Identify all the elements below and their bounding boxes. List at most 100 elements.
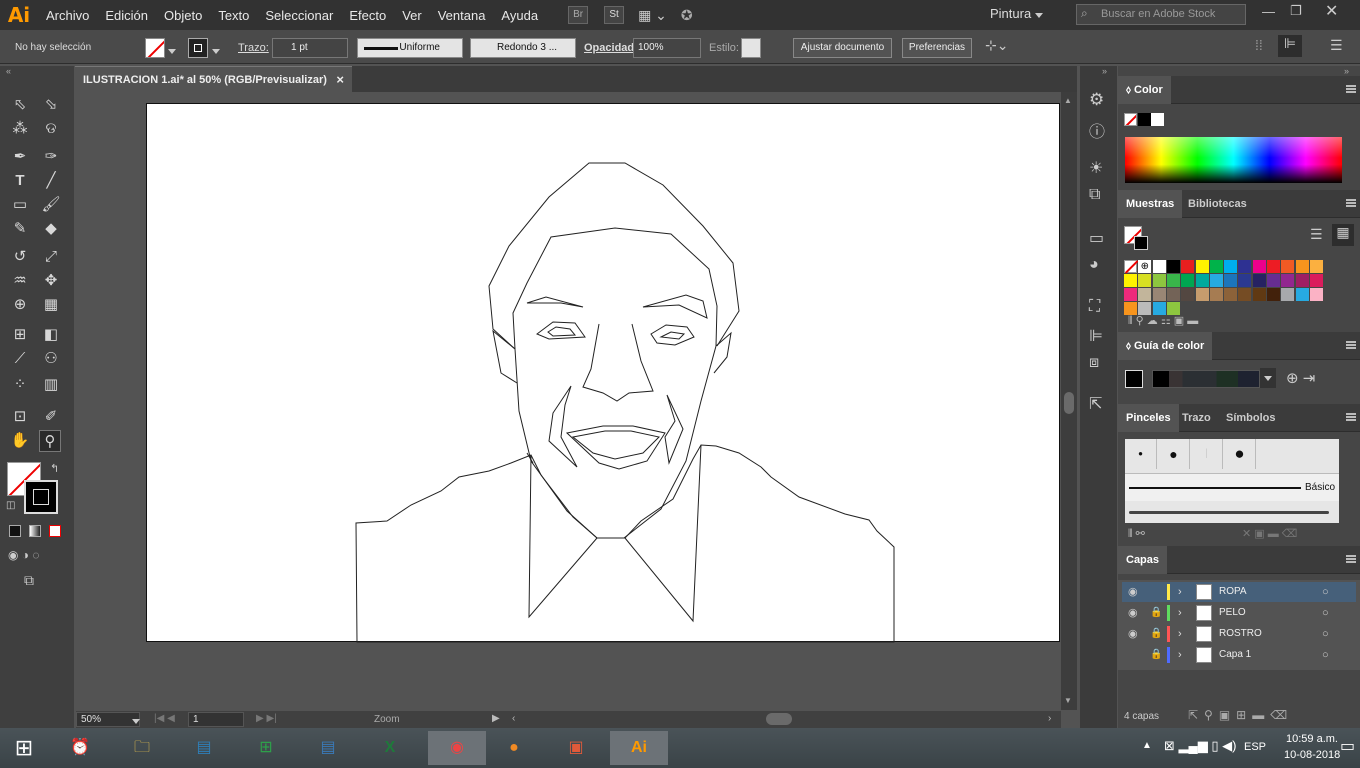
gradient-mode-icon[interactable]	[29, 525, 41, 537]
graphic-style-swatch[interactable]	[741, 38, 761, 58]
color-swatch[interactable]	[1124, 260, 1139, 274]
panel-menu-icon[interactable]	[1346, 341, 1356, 349]
chevron-right-icon[interactable]: ›	[1178, 603, 1182, 623]
layer-name[interactable]: PELO	[1219, 603, 1246, 623]
color-swatch[interactable]	[1195, 288, 1209, 301]
publisher-icon[interactable]: ▤	[184, 731, 224, 765]
lasso-icon[interactable]: ଡ	[40, 118, 62, 140]
arrange-documents-icon[interactable]: ▦ ⌄	[638, 7, 667, 24]
none-mode-icon[interactable]	[49, 525, 61, 537]
properties-panel-icon[interactable]: ⚙	[1089, 90, 1104, 110]
color-white-swatch[interactable]	[1151, 113, 1164, 126]
brush-definition-dropdown[interactable]: Redondo 3 ...	[470, 38, 576, 58]
color-swatch[interactable]	[1209, 274, 1223, 287]
scrollbar-thumb[interactable]	[1064, 392, 1074, 414]
tab-simbolos[interactable]: Símbolos	[1218, 404, 1284, 432]
color-swatch[interactable]	[1267, 288, 1280, 301]
opacity-field[interactable]: 100%	[633, 38, 701, 58]
collapse-panels-icon[interactable]: »	[1344, 66, 1349, 76]
eye-icon[interactable]: ◉	[1128, 582, 1138, 602]
color-swatch[interactable]	[1295, 288, 1309, 301]
scroll-up-icon[interactable]: ▲	[1064, 96, 1072, 105]
menu-ver[interactable]: Ver	[394, 8, 430, 23]
color-swatch[interactable]	[1224, 260, 1238, 273]
color-swatch[interactable]	[1281, 288, 1295, 301]
vertical-scrollbar[interactable]: ▲ ▼	[1061, 92, 1077, 710]
transform-icon[interactable]: ⊹⌄	[985, 37, 1008, 54]
color-swatch[interactable]	[1124, 274, 1137, 287]
opacity-label[interactable]: Opacidad:	[584, 38, 638, 58]
clock-time[interactable]: 10:59 a.m.	[1286, 733, 1338, 745]
notifications-icon[interactable]: ▭	[1340, 736, 1355, 756]
chevron-down-icon[interactable]	[1260, 368, 1276, 388]
menu-objeto[interactable]: Objeto	[156, 8, 210, 23]
draw-normal-icon[interactable]: ◉ ◑ ◌	[8, 548, 40, 562]
tab-bibliotecas[interactable]: Bibliotecas	[1180, 190, 1255, 218]
scale-tool-icon[interactable]: ⤢	[40, 246, 62, 268]
horizontal-scrollbar-thumb[interactable]	[766, 713, 792, 725]
panel-menu-icon[interactable]	[1346, 555, 1356, 563]
brush-dot-3[interactable]: ●	[1158, 439, 1190, 469]
color-black-swatch[interactable]	[1138, 113, 1151, 126]
color-wheel-icon[interactable]: ⊕ ⇥	[1286, 369, 1315, 387]
tab-muestras[interactable]: Muestras	[1118, 190, 1183, 218]
layer-actions-icon[interactable]: ⇱⚲▣⊞▬⌫	[1188, 708, 1293, 722]
color-swatch[interactable]	[1166, 260, 1180, 273]
color-swatch[interactable]: ⊕	[1138, 260, 1152, 273]
color-swatch[interactable]	[1181, 260, 1195, 273]
tab-trazo[interactable]: Trazo	[1174, 404, 1219, 432]
stroke-label[interactable]: Trazo:	[238, 38, 269, 58]
reader-icon[interactable]: ▤	[308, 731, 348, 765]
layer-row[interactable]: ◉ 🔒 › ROSTRO ○	[1122, 624, 1356, 644]
lock-icon[interactable]: 🔒	[1150, 645, 1162, 665]
artboard-tool-icon[interactable]: ⊡	[9, 406, 31, 428]
menu-texto[interactable]: Texto	[210, 8, 257, 23]
eye-icon[interactable]: ◉	[1128, 624, 1138, 644]
color-swatch[interactable]	[1252, 288, 1266, 301]
chevron-down-icon[interactable]	[168, 45, 176, 57]
magic-wand-icon[interactable]: ⁂	[9, 118, 31, 140]
control-menu-icon[interactable]: ☰	[1330, 37, 1343, 54]
clock-date[interactable]: 10-08-2018	[1284, 749, 1340, 761]
layer-row[interactable]: ◉ › ROPA ○	[1122, 582, 1356, 602]
fill-swatch[interactable]	[145, 38, 165, 58]
preferences-button[interactable]: Preferencias	[902, 38, 972, 58]
appearance-panel-icon[interactable]: ☀	[1089, 158, 1103, 178]
layer-row[interactable]: 🔒 › Capa 1 ○	[1122, 645, 1356, 665]
target-circle-icon[interactable]: ○	[1322, 603, 1329, 623]
color-swatch[interactable]	[1181, 274, 1195, 287]
layer-row[interactable]: ◉ 🔒 › PELO ○	[1122, 603, 1356, 623]
rectangle-tool-icon[interactable]: ▭	[9, 194, 31, 216]
color-swatch[interactable]	[1252, 260, 1266, 273]
chevron-down-icon[interactable]	[132, 716, 140, 727]
layer-name[interactable]: ROSTRO	[1219, 624, 1262, 644]
lock-icon[interactable]: 🔒	[1150, 603, 1162, 623]
chevron-right-icon[interactable]: ›	[1178, 645, 1182, 665]
chevron-down-icon[interactable]	[212, 45, 220, 57]
chevron-right-icon[interactable]: ›	[1178, 582, 1182, 602]
target-circle-icon[interactable]: ○	[1322, 624, 1329, 644]
panel-menu-icon[interactable]	[1346, 199, 1356, 207]
chevron-right-icon[interactable]: ›	[1178, 624, 1182, 644]
menu-seleccionar[interactable]: Seleccionar	[257, 8, 341, 23]
zoom-field[interactable]: 50%	[76, 712, 140, 727]
links-panel-icon[interactable]: ⇱	[1089, 394, 1102, 414]
scroll-left-icon[interactable]: ‹	[512, 713, 515, 724]
bridge-button[interactable]: Br	[568, 6, 589, 24]
color-swatch[interactable]	[1238, 260, 1252, 273]
minimize-icon[interactable]: —	[1262, 4, 1275, 19]
color-swatch[interactable]	[1309, 288, 1323, 301]
input-language[interactable]: ESP	[1244, 741, 1266, 753]
puppet-warp-icon[interactable]: ✥	[40, 270, 62, 292]
color-swatch[interactable]	[1295, 274, 1309, 287]
stock-button[interactable]: St	[604, 6, 625, 24]
color-swatch[interactable]	[1138, 288, 1152, 301]
asset-export-icon[interactable]: ⧉	[1089, 186, 1100, 204]
firefox-icon[interactable]: ●	[494, 731, 534, 765]
panel-menu-icon[interactable]	[1346, 413, 1356, 421]
color-swatch[interactable]	[1238, 288, 1252, 301]
color-swatch[interactable]	[1209, 260, 1223, 273]
align-panel-icon[interactable]: ⊫	[1089, 326, 1103, 346]
swap-colors-icon[interactable]: ↰	[50, 462, 59, 475]
menu-efecto[interactable]: Efecto	[341, 8, 394, 23]
